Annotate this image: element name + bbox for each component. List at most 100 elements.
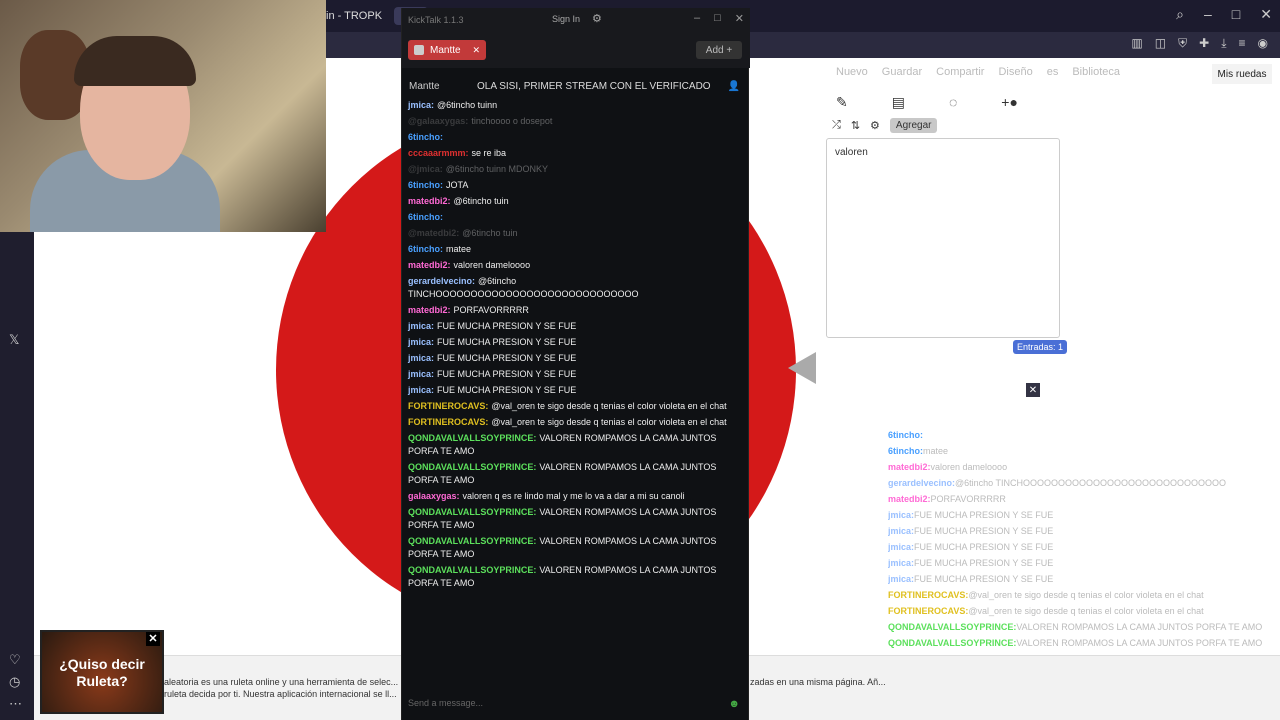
maximize-icon[interactable]: □ [1232,6,1240,23]
chat-message[interactable]: matedbi2: valoren dameloooo [408,259,744,272]
chat-message[interactable]: 6tincho: [408,211,744,224]
message-username[interactable]: QONDAVALVALLSOYPRINCE: [408,462,536,472]
chat-message[interactable]: jmica: FUE MUCHA PRESION Y SE FUE [408,384,744,397]
chat-message[interactable]: @galaaxygas: tinchoooo o dosepot [408,115,744,128]
chat-message[interactable]: QONDAVALVALLSOYPRINCE: VALOREN ROMPAMOS L… [408,432,744,458]
message-username[interactable]: 6tincho: [888,446,923,456]
message-username[interactable]: cccaaarmmm: [408,148,469,158]
message-username[interactable]: matedbi2: [408,260,451,270]
message-username[interactable]: matedbi2: [888,462,931,472]
chat-message[interactable]: QONDAVALVALLSOYPRINCE: VALOREN ROMPAMOS L… [408,535,744,561]
chat-message[interactable]: jmica: FUE MUCHA PRESION Y SE FUE [408,352,744,365]
close-icon[interactable]: ✕ [1026,383,1040,397]
my-wheels-button[interactable]: Mis ruedas [1212,64,1272,84]
message-username[interactable]: QONDAVALVALLSOYPRINCE: [408,507,536,517]
menu-language[interactable]: es [1047,66,1059,78]
message-username[interactable]: 6tincho: [408,244,443,254]
tab-channel[interactable]: Mantte ✕ [408,40,486,60]
message-username[interactable]: matedbi2: [408,305,451,315]
message-username[interactable]: jmica: [888,574,914,584]
message-username[interactable]: FORTINEROCAVS: [888,590,968,600]
shield-icon[interactable]: ⛨ [1178,36,1187,51]
x-icon[interactable]: 𝕏 [9,332,19,348]
chat-message[interactable]: gerardelvecino: @6tincho TINCHOOOOOOOOOOO… [408,275,744,301]
message-username[interactable]: QONDAVALVALLSOYPRINCE: [888,638,1016,648]
minimize-icon[interactable]: – [1204,6,1212,23]
screenshot-icon[interactable]: ◫ [1155,36,1166,51]
extension-icon[interactable]: ✚ [1199,36,1209,51]
browser-tab[interactable]: in - TROPK [326,10,382,22]
history-icon[interactable]: ◷ [9,674,20,690]
message-username[interactable]: jmica: [888,526,914,536]
add-channel-button[interactable]: Add + [696,41,742,59]
maximize-icon[interactable]: □ [714,12,721,25]
chat-message[interactable]: QONDAVALVALLSOYPRINCE: VALOREN ROMPAMOS L… [408,564,744,590]
emote-icon[interactable]: ☻ [728,698,740,710]
message-username[interactable]: jmica: [888,542,914,552]
message-username[interactable]: 6tincho: [408,180,443,190]
close-icon[interactable]: ✕ [1260,6,1272,23]
message-username[interactable]: 6tincho: [408,212,443,222]
close-icon[interactable]: ✕ [735,12,744,25]
message-username[interactable]: matedbi2: [408,196,451,206]
message-username[interactable]: jmica: [888,510,914,520]
message-username[interactable]: FORTINEROCAVS: [408,401,488,411]
message-username[interactable]: @jmica: [408,164,443,174]
chat-message[interactable]: 6tincho: [408,131,744,144]
chat-message[interactable]: jmica: FUE MUCHA PRESION Y SE FUE [408,320,744,333]
chat-messages[interactable]: jmica: @6tincho tuinn @galaaxygas: tinchooo… [402,96,750,691]
message-username[interactable]: FORTINEROCAVS: [888,606,968,616]
message-username[interactable]: jmica: [408,385,434,395]
download-icon[interactable]: ⤓ [1221,36,1226,51]
add-color-icon[interactable]: +● [1001,94,1018,111]
chat-message[interactable]: FORTINEROCAVS: @val_oren te sigo desde q … [408,416,744,429]
minimize-icon[interactable]: – [694,12,700,25]
more-icon[interactable]: ⋯ [9,696,22,712]
ad-close-icon[interactable]: ✕ [146,632,160,646]
clipboard-icon[interactable]: ▤ [892,94,905,111]
shuffle-icon[interactable]: ⤮ [832,119,841,132]
chat-message[interactable]: jmica: @6tincho tuinn [408,99,744,112]
user-icon[interactable]: 👤 [728,81,740,92]
message-username[interactable]: QONDAVALVALLSOYPRINCE: [888,622,1016,632]
menu-icon[interactable]: ≡ [1239,36,1246,51]
message-username[interactable]: 6tincho: [408,132,443,142]
add-image-button[interactable]: Agregar [889,118,938,133]
hide-icon[interactable]: ◌ [949,94,957,111]
message-username[interactable]: jmica: [408,321,434,331]
menu-design[interactable]: Diseño [998,66,1032,78]
image-icon[interactable]: ⚙ [870,119,880,132]
message-username[interactable]: jmica: [408,100,434,110]
roulette-ad[interactable]: ¿Quiso decir Ruleta? ✕ [40,630,164,714]
menu-save[interactable]: Guardar [882,66,922,78]
chat-message[interactable]: 6tincho: matee [408,243,744,256]
chat-message[interactable]: jmica: FUE MUCHA PRESION Y SE FUE [408,336,744,349]
profile-icon[interactable]: ◉ [1258,36,1268,51]
message-username[interactable]: jmica: [408,337,434,347]
message-username[interactable]: 6tincho: [888,430,923,440]
message-username[interactable]: FORTINEROCAVS: [408,417,488,427]
search-icon[interactable]: ⌕ [1176,6,1184,23]
chat-message[interactable]: jmica: FUE MUCHA PRESION Y SE FUE [408,368,744,381]
message-username[interactable]: QONDAVALVALLSOYPRINCE: [408,433,536,443]
message-username[interactable]: jmica: [408,353,434,363]
chat-message[interactable]: FORTINEROCAVS: @val_oren te sigo desde q … [408,400,744,413]
message-input[interactable]: Send a message... ☻ [408,698,744,714]
message-username[interactable]: @matedbi2: [408,228,459,238]
heart-icon[interactable]: ♡ [9,652,21,668]
reader-icon[interactable]: ▥ [1131,36,1142,51]
message-username[interactable]: @galaaxygas: [408,116,468,126]
message-username[interactable]: gerardelvecino: [408,276,475,286]
gear-icon[interactable]: ⚙ [592,12,602,25]
sign-in-link[interactable]: Sign In [552,14,580,24]
close-tab-icon[interactable]: ✕ [472,45,480,56]
message-username[interactable]: jmica: [408,369,434,379]
chat-message[interactable]: matedbi2: @6tincho tuin [408,195,744,208]
entries-textarea[interactable]: valoren [826,138,1060,338]
chat-message[interactable]: QONDAVALVALLSOYPRINCE: VALOREN ROMPAMOS L… [408,461,744,487]
sort-icon[interactable]: ⇅ [851,119,860,132]
chat-message[interactable]: galaaxygas: valoren q es re lindo mal y m… [408,490,744,503]
chat-message[interactable]: 6tincho: JOTA [408,179,744,192]
chat-message[interactable]: cccaaarmmm: se re iba [408,147,744,160]
menu-library[interactable]: Biblioteca [1072,66,1120,78]
